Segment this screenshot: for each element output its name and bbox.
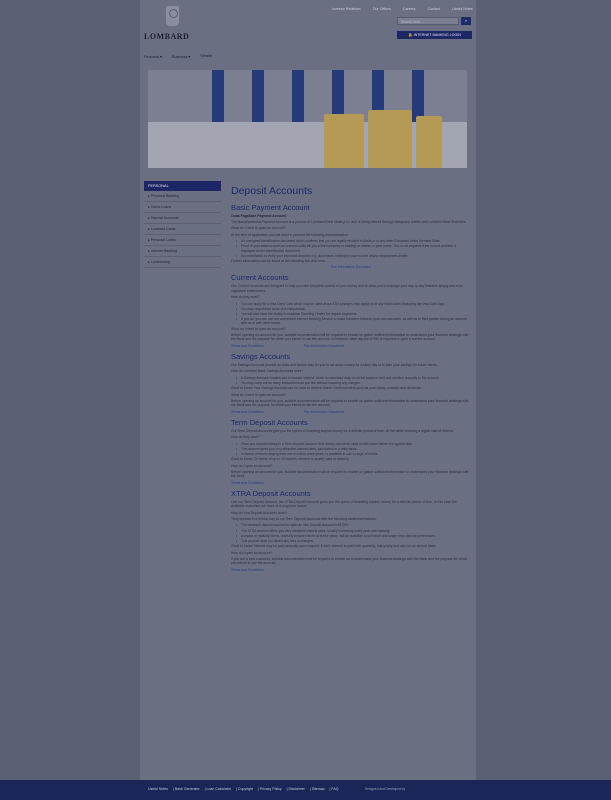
section-subheading: Ouda Pagalizan Payment Account [231, 214, 286, 218]
sidebar: PERSONAL ▸ Personal Banking ▸ Home Loans… [144, 181, 221, 268]
paragraph: Our Current Accounts are designed to hel… [231, 284, 464, 293]
top-link-careers[interactable]: Careers [403, 7, 416, 11]
logo-text: LOMBARD [144, 32, 190, 41]
hero-image [148, 70, 467, 168]
paragraph: Before opening an account for you, suita… [231, 333, 469, 342]
bullet-item: You can apply for a Visa Debit Card whic… [231, 302, 471, 306]
bullet-item: If you do, you can use our convenient In… [231, 317, 471, 325]
question: How do I open an account? [231, 550, 273, 555]
footer-link-privacy[interactable]: | Privacy Policy [258, 787, 282, 791]
bullet-item: You may request the issue of a chequeboo… [231, 307, 471, 311]
terms-link[interactable]: Terms and Conditions [231, 568, 264, 572]
question: How do Lombard Bank Savings Accounts wor… [231, 369, 304, 374]
sidebar-item-personal-loans[interactable]: ▸ Personal Loans [144, 235, 221, 246]
footer-link-bank-generator[interactable]: | Bank Generator [173, 787, 200, 791]
bullet-item: In favour of terms ranging from one mont… [231, 452, 471, 456]
question: How do Xtra Deposit Accounts work? [231, 510, 287, 515]
paragraph: At the time of application you will need… [231, 232, 349, 237]
footer-link-faq[interactable]: | FAQ [330, 787, 339, 791]
nav-business[interactable]: Business ▾ [172, 54, 190, 59]
sidebar-item-deposit-accounts[interactable]: ▸ Deposit Accounts [144, 213, 221, 224]
sidebar-item-home-loans[interactable]: ▸ Home Loans [144, 202, 221, 213]
sidebar-item-lombarding[interactable]: ▸ Lombarding [144, 257, 221, 268]
fee-info-link[interactable]: Fee Information Document [304, 344, 344, 348]
fee-info-link[interactable]: Fee Information Document [304, 410, 344, 414]
paragraph: Good to know! Interest may be paid annua… [231, 544, 437, 549]
paragraph: The Nana/Nadhana Payment Account is a pr… [231, 220, 467, 224]
question: How do I open an account? [231, 463, 273, 468]
bullet-item: A choice of maturity terms, normally bet… [231, 534, 471, 538]
question: What do I need to open an account? [231, 326, 286, 331]
search-input[interactable]: Search here... [397, 17, 459, 25]
bullet-item: An unexpired identification document whi… [231, 239, 471, 243]
question: What do I need to open an account? [231, 392, 286, 397]
logo[interactable]: LOMBARD [144, 6, 202, 42]
section-heading-basic: Basic Payment Account [231, 203, 310, 212]
terms-link[interactable]: Terms and Conditions [231, 410, 264, 414]
top-link-contact[interactable]: Contact [428, 7, 440, 11]
main-content: Deposit Accounts Basic Payment Account O… [231, 185, 471, 575]
bullet-item: The minimum deposit required to open an … [231, 523, 471, 527]
footer: Useful Notes | Bank Generator | Loan Cal… [0, 780, 611, 800]
paragraph: Good to know! Your Savings Account can b… [231, 386, 423, 391]
bullet-item: Once you deposit money in a Term Deposit… [231, 442, 471, 446]
section-heading-savings: Savings Accounts [231, 351, 291, 361]
search-icon: ⌕ [464, 18, 468, 23]
bullet-item: This product does not attract any fees o… [231, 539, 471, 543]
footer-link-copyright[interactable]: | Copyright [236, 787, 253, 791]
sidebar-item-internet-banking[interactable]: ▸ Internet Banking [144, 246, 221, 257]
internet-banking-label: INTERNET BANKING LOGIN [413, 33, 461, 37]
footer-link-useful-notes[interactable]: Useful Notes [148, 787, 168, 791]
page-title: Deposit Accounts [231, 185, 313, 197]
top-link-investor[interactable]: Investor Relations [332, 7, 361, 11]
bullet-item: A Savings Account enables you to receive… [231, 376, 471, 380]
question: How do they work? [231, 295, 260, 300]
paragraph: Our Savings Accounts provide an easy and… [231, 362, 438, 367]
top-link-offices[interactable]: Our Offices [373, 7, 391, 11]
bullet-item: You may carry out as many transactions a… [231, 381, 471, 385]
footer-link-sitemap[interactable]: | Sitemap [310, 787, 325, 791]
sidebar-item-lombard-cards[interactable]: ▸ Lombard Cards [144, 224, 221, 235]
footer-link-disclaimer[interactable]: | Disclaimer [287, 787, 305, 791]
bullet-item: Documentation to verify your expected de… [231, 254, 471, 258]
fee-info-link[interactable]: Fee Information Document [331, 265, 371, 269]
question: What do I need to open an account? [231, 226, 286, 231]
footer-link-loan-calculator[interactable]: | Loan Calculator [205, 787, 231, 791]
paragraph: Before opening an account for you, suita… [231, 469, 469, 479]
bullet-item: Proof of your address such as a recent u… [231, 244, 471, 252]
top-links: Investor Relations Our Offices Careers C… [332, 7, 473, 11]
terms-link[interactable]: Terms and Conditions [231, 344, 264, 348]
sidebar-item-personal-banking[interactable]: ▸ Personal Banking [144, 191, 221, 202]
footer-links: Useful Notes | Bank Generator | Loan Cal… [148, 787, 338, 791]
paragraph: They operate in a similar way to our Ter… [231, 517, 377, 521]
paragraph: Good to know! On terms of up to 12 month… [231, 457, 350, 462]
lock-icon: 🔒 [408, 33, 413, 37]
footer-credit: Designed and Developed by [365, 787, 406, 791]
nav-personal[interactable]: Personal ▾ [144, 54, 162, 59]
sidebar-heading: PERSONAL [144, 181, 221, 191]
bullet-item: You will also have the facility to estab… [231, 312, 471, 316]
question: How do they work? [231, 435, 260, 440]
section-heading-xtra: XTRA Deposit Accounts [231, 488, 311, 498]
paragraph: Before opening an account for you, suita… [231, 398, 469, 408]
main-nav: Personal ▾ Business ▾ Wealth [144, 54, 212, 59]
bullet-item: This account gives you very attractive i… [231, 447, 471, 451]
paragraph: Our Term Deposit Accounts give you the o… [231, 428, 455, 433]
top-link-useful-notes[interactable]: Useful Notes [452, 7, 473, 11]
section-heading-term: Term Deposit Accounts [231, 417, 308, 427]
section-heading-current: Current Accounts [231, 273, 289, 283]
search-button[interactable]: ⌕ [461, 17, 471, 25]
lombard-crest-icon [166, 6, 179, 26]
paragraph: Like our Term Deposit Account, the XTRA … [231, 499, 457, 509]
nav-wealth[interactable]: Wealth [200, 54, 212, 59]
terms-link[interactable]: Terms and Conditions [231, 481, 264, 485]
bullet-item: The XTRA account offers you very attract… [231, 529, 471, 533]
internet-banking-login-button[interactable]: 🔒 INTERNET BANKING LOGIN [397, 31, 472, 39]
paragraph: Further information can be found at the … [231, 259, 326, 264]
paragraph: If you are a new customer, suitable docu… [231, 557, 468, 566]
